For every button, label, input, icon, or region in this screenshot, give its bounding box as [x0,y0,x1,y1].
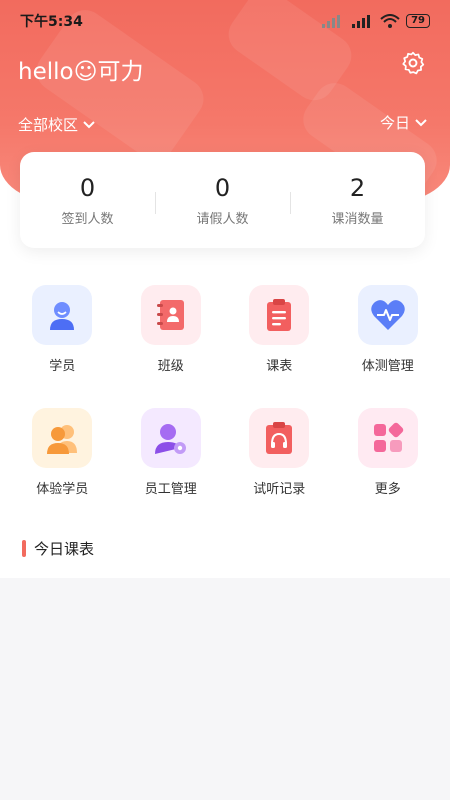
wifi-icon [380,14,400,28]
stat-value: 0 [214,173,231,202]
status-bar: 下午5:34 79 [0,0,450,42]
status-time: 下午5:34 [20,14,83,30]
staff-icon [154,424,186,454]
menu-item-label: 班级 [157,359,184,374]
date-filter-label: 今日 [379,114,410,132]
menu-item-label: 更多 [374,482,401,497]
menu-item-label: 课表 [266,359,293,374]
menu-item-students[interactable]: 学员 [12,285,112,374]
menu-item-label: 试听记录 [253,482,306,497]
heart-icon [370,300,405,330]
menu-item-label: 学员 [49,359,76,374]
today-schedule-list [0,578,450,800]
stat-lessons-consumed[interactable]: 2 课消数量 [290,174,425,227]
stat-value: 0 [79,173,96,202]
menu-item-trial-students[interactable]: 体验学员 [12,408,112,497]
campus-selector[interactable]: 全部校区 [18,114,96,135]
stat-label: 签到人数 [61,211,114,227]
stats-card: 0 签到人数 0 请假人数 2 课消数量 [20,152,425,248]
signal-hd-icon [352,15,371,28]
trial-record-icon [266,422,293,454]
settings-gear-icon[interactable] [400,50,426,76]
battery-indicator: 79 [406,14,430,28]
section-title-text: 今日课表 [34,540,95,558]
menu-item-classes[interactable]: 班级 [121,285,221,374]
stat-leave[interactable]: 0 请假人数 [155,174,290,227]
more-icon [373,422,403,452]
menu-item-schedule[interactable]: 课表 [229,285,329,374]
stat-label: 请假人数 [196,211,249,227]
feature-grid: 学员 班级 课表 体测管理 体验学员 员工管理 试听记录 更多 [0,285,450,531]
menu-item-label: 体测管理 [361,359,414,374]
section-accent-bar [22,540,26,557]
class-icon [156,300,184,330]
menu-item-label: 员工管理 [144,482,197,497]
menu-item-more[interactable]: 更多 [338,408,438,497]
chevron-down-icon [83,120,95,128]
menu-item-staff[interactable]: 员工管理 [121,408,221,497]
stat-label: 课消数量 [331,211,384,227]
greeting-title: hello☺可力 [18,59,144,85]
campus-label: 全部校区 [18,116,79,134]
menu-item-label: 体验学员 [36,482,89,497]
trial-student-icon [47,425,78,454]
menu-item-trial-records[interactable]: 试听记录 [229,408,329,497]
stat-value: 2 [349,173,366,202]
signal-icon [322,15,341,28]
stat-checkin[interactable]: 0 签到人数 [20,174,155,227]
menu-item-fitness-test[interactable]: 体测管理 [338,285,438,374]
student-icon [50,302,75,330]
chevron-down-icon [415,118,427,126]
date-filter-selector[interactable]: 今日 [380,112,428,133]
today-schedule-heading: 今日课表 [22,538,94,559]
schedule-icon [267,299,292,331]
